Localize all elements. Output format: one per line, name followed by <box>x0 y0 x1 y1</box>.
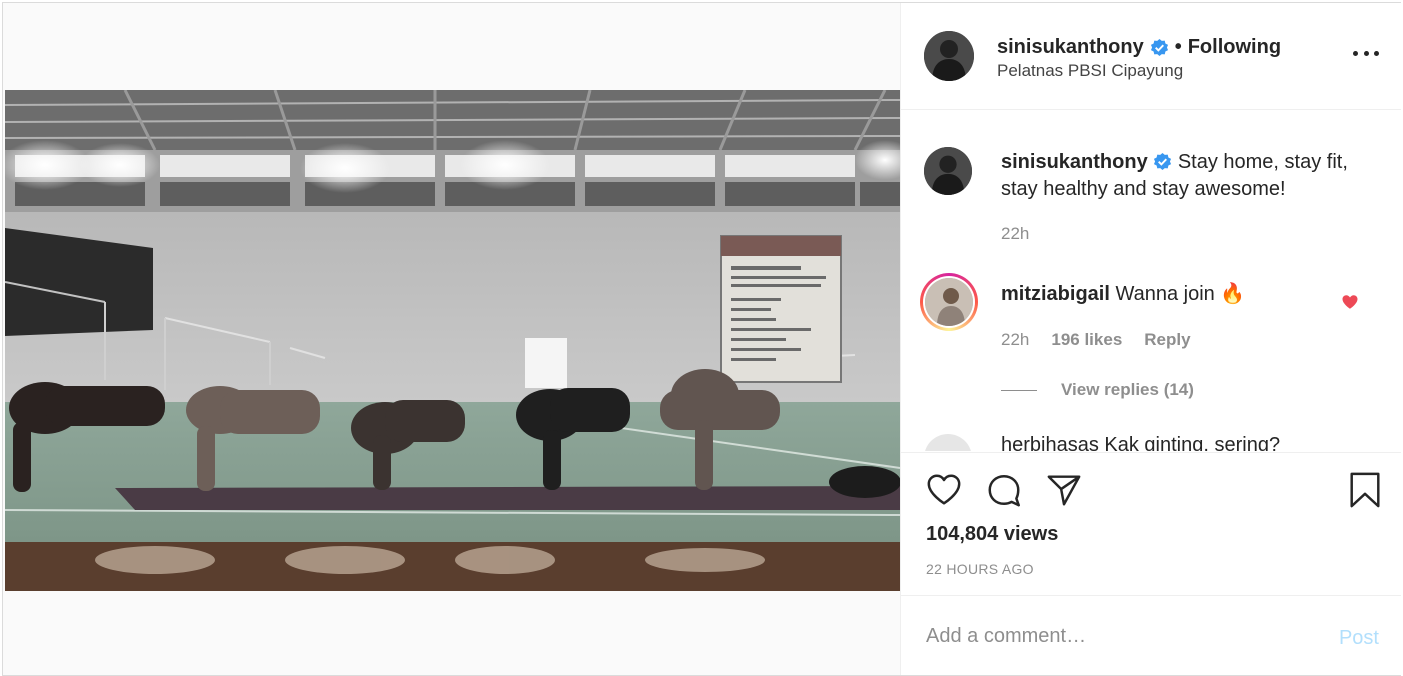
caption-meta: 22h <box>1001 224 1029 244</box>
bookmark-icon[interactable] <box>1346 471 1384 509</box>
comments-list[interactable]: sinisukanthony Stay home, stay fit, stay… <box>901 111 1401 451</box>
partial-comment-text: herbihasas Kak ginting, sering? <box>1001 434 1281 451</box>
post-header: sinisukanthony • Following Pelatnas PBSI… <box>901 3 1401 110</box>
commenter-story-ring[interactable] <box>920 273 978 331</box>
caption-avatar[interactable] <box>924 147 972 195</box>
liked-heart-icon[interactable] <box>1341 293 1359 311</box>
view-count[interactable]: 104,804 views <box>926 523 1058 546</box>
paper-plane-icon[interactable] <box>1045 471 1083 509</box>
avatar-image <box>925 278 973 326</box>
video-player[interactable] <box>5 90 900 591</box>
comment-bubble-icon[interactable] <box>985 471 1023 509</box>
comment-meta: 22h 196 likes Reply <box>1001 330 1191 350</box>
avatar-image <box>924 31 974 81</box>
video-frame <box>5 90 900 591</box>
view-replies-button[interactable]: View replies (14) <box>1001 380 1194 400</box>
comment-time[interactable]: 22h <box>1001 330 1029 350</box>
commenter-avatar <box>925 278 973 326</box>
comment-text-block: mitziabigail Wanna join 🔥 <box>1001 281 1361 308</box>
more-horizontal-icon <box>1353 50 1358 56</box>
location-link[interactable]: Pelatnas PBSI Cipayung <box>997 61 1183 81</box>
comment-text: Wanna join 🔥 <box>1115 283 1246 305</box>
more-options-button[interactable] <box>1353 43 1379 63</box>
author-username[interactable]: sinisukanthony <box>997 36 1144 59</box>
heart-outline-icon[interactable] <box>925 471 963 509</box>
commenter-avatar[interactable] <box>924 434 972 451</box>
post-comment-button[interactable]: Post <box>1339 627 1379 650</box>
comment-username[interactable]: mitziabigail <box>1001 283 1110 305</box>
actions-bar: 104,804 views 22 HOURS AGO <box>901 452 1401 595</box>
add-comment-section: Post <box>901 595 1401 675</box>
caption-username[interactable]: sinisukanthony <box>1001 151 1148 173</box>
comment-input[interactable] <box>926 618 1306 654</box>
caption-text-block: sinisukanthony Stay home, stay fit, stay… <box>1001 149 1361 203</box>
verified-badge-icon <box>1154 152 1172 171</box>
details-pane: sinisukanthony • Following Pelatnas PBSI… <box>901 3 1401 675</box>
avatar-image <box>924 147 972 195</box>
author-line: sinisukanthony • Following <box>997 36 1281 59</box>
verified-badge-icon <box>1150 38 1168 57</box>
follow-status[interactable]: Following <box>1188 36 1281 59</box>
post-frame: sinisukanthony • Following Pelatnas PBSI… <box>2 2 1401 676</box>
comment-item-partial: herbihasas Kak ginting, sering? <box>901 434 1401 451</box>
comment-likes[interactable]: 196 likes <box>1051 330 1122 350</box>
caption-time[interactable]: 22h <box>1001 224 1029 244</box>
post-timestamp[interactable]: 22 HOURS AGO <box>926 561 1034 577</box>
separator-dot: • <box>1174 36 1182 58</box>
replies-divider <box>1001 389 1037 391</box>
media-pane <box>3 3 901 675</box>
author-avatar[interactable] <box>924 31 974 81</box>
reply-button[interactable]: Reply <box>1144 330 1190 350</box>
view-replies-label: View replies (14) <box>1061 380 1194 399</box>
